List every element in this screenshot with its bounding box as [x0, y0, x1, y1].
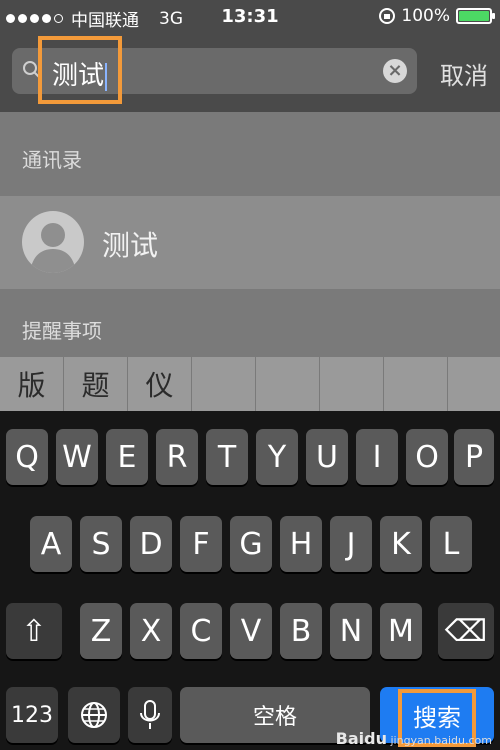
- key-u[interactable]: U: [306, 429, 348, 485]
- key-a[interactable]: A: [30, 516, 72, 572]
- microphone-icon: [140, 700, 160, 729]
- keyboard: Q W E R T Y U I O P A S D F G H J K L ⇧ …: [0, 411, 500, 750]
- numbers-key[interactable]: 123: [6, 687, 58, 743]
- key-j[interactable]: J: [330, 516, 372, 572]
- key-m[interactable]: M: [380, 603, 422, 659]
- watermark-brand: Baidu: [335, 729, 387, 748]
- candidate-word[interactable]: 版: [0, 357, 64, 411]
- key-k[interactable]: K: [380, 516, 422, 572]
- key-t[interactable]: T: [206, 429, 248, 485]
- candidate-bar: 版 题 仪: [0, 357, 500, 411]
- key-x[interactable]: X: [130, 603, 172, 659]
- dictation-key[interactable]: [128, 687, 172, 743]
- key-y[interactable]: Y: [256, 429, 298, 485]
- cancel-button[interactable]: 取消: [440, 56, 488, 91]
- key-h[interactable]: H: [280, 516, 322, 572]
- text-caret: [105, 62, 108, 91]
- search-icon: [23, 61, 41, 79]
- status-bar: 中国联通 3G 13:31 100%: [0, 0, 500, 34]
- candidate-slot[interactable]: [192, 357, 256, 411]
- candidate-word[interactable]: 题: [64, 357, 128, 411]
- key-z[interactable]: Z: [80, 603, 122, 659]
- key-p[interactable]: P: [454, 429, 494, 485]
- status-right: 100%: [379, 6, 495, 26]
- shift-key[interactable]: ⇧: [6, 603, 62, 659]
- globe-key[interactable]: [68, 687, 120, 743]
- key-i[interactable]: I: [356, 429, 398, 485]
- key-e[interactable]: E: [106, 429, 148, 485]
- clear-icon[interactable]: ×: [383, 59, 407, 83]
- search-header: 测试 × 取消: [0, 34, 500, 112]
- key-o[interactable]: O: [406, 429, 448, 485]
- backspace-icon: ⌫: [444, 613, 488, 649]
- watermark: Baidu jingyan.baidu.com: [336, 729, 492, 748]
- candidate-slot[interactable]: [256, 357, 320, 411]
- key-r[interactable]: R: [156, 429, 198, 485]
- key-f[interactable]: F: [180, 516, 222, 572]
- key-w[interactable]: W: [56, 429, 98, 485]
- candidate-slot[interactable]: [320, 357, 384, 411]
- battery-icon: [456, 8, 495, 24]
- key-d[interactable]: D: [130, 516, 172, 572]
- search-query: 测试: [52, 55, 108, 92]
- rotation-lock-icon: [379, 8, 396, 24]
- battery-fill: [459, 11, 489, 21]
- avatar: [22, 211, 84, 273]
- delete-key[interactable]: ⌫: [438, 603, 494, 659]
- key-n[interactable]: N: [330, 603, 372, 659]
- contact-result-row[interactable]: 测试: [0, 196, 500, 289]
- key-l[interactable]: L: [430, 516, 472, 572]
- candidate-slot[interactable]: [384, 357, 448, 411]
- key-g[interactable]: G: [230, 516, 272, 572]
- candidate-slot[interactable]: [448, 357, 500, 411]
- search-input[interactable]: 测试 ×: [12, 48, 417, 94]
- contact-name: 测试: [102, 229, 159, 262]
- key-s[interactable]: S: [80, 516, 122, 572]
- globe-icon: [81, 702, 107, 728]
- key-q[interactable]: Q: [6, 429, 48, 485]
- shift-icon: ⇧: [21, 613, 47, 649]
- key-c[interactable]: C: [180, 603, 222, 659]
- battery-percent: 100%: [401, 6, 450, 26]
- key-b[interactable]: B: [280, 603, 322, 659]
- candidate-word[interactable]: 仪: [128, 357, 192, 411]
- watermark-url: jingyan.baidu.com: [390, 734, 492, 747]
- section-reminders-header: 提醒事项: [0, 289, 500, 357]
- key-v[interactable]: V: [230, 603, 272, 659]
- section-contacts-header: 通讯录: [0, 112, 500, 196]
